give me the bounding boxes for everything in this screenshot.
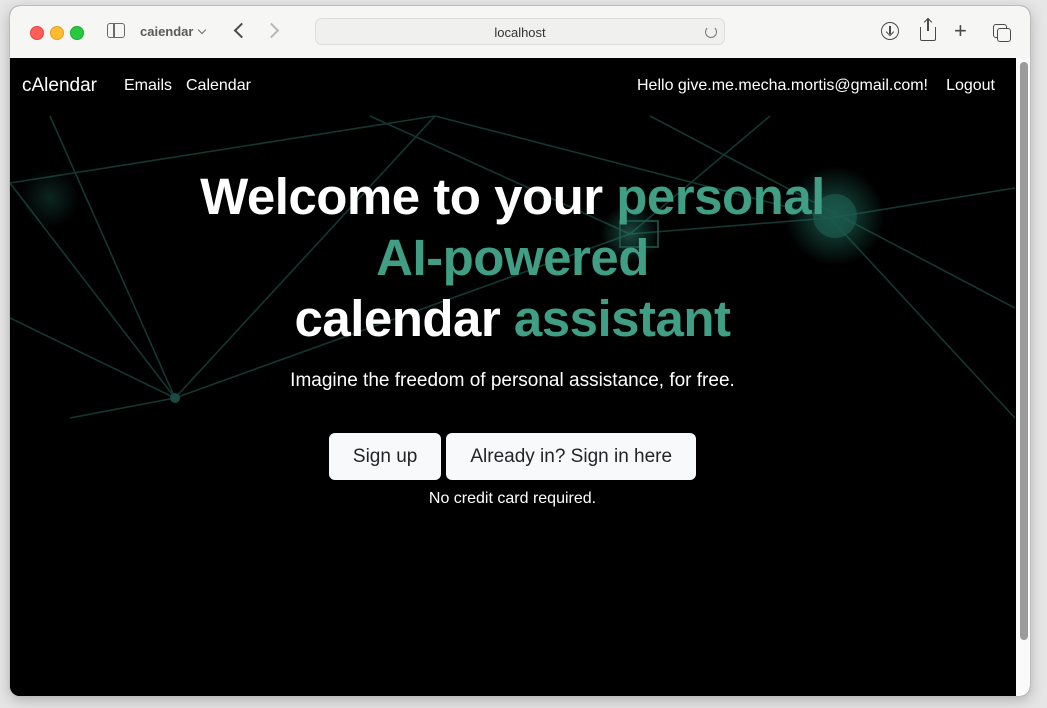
hero-headline: Welcome to your personal AI-powered cale… <box>10 166 1015 349</box>
address-url: localhost <box>494 25 546 40</box>
tab-overview-icon[interactable] <box>993 24 1011 42</box>
zoom-window-icon[interactable] <box>70 26 84 40</box>
tab-group-label: caiendar <box>140 24 194 39</box>
sign-in-button[interactable]: Already in? Sign in here <box>446 433 697 480</box>
browser-window: caiendar localhost + cAlendar Emails Cal… <box>10 6 1030 696</box>
reload-icon[interactable] <box>705 26 717 38</box>
headline-assistant-text: assistant <box>513 290 731 347</box>
nav-link-calendar[interactable]: Calendar <box>186 77 251 95</box>
scrollbar-thumb[interactable] <box>1020 62 1028 640</box>
headline-line-1: Welcome to your personal <box>10 166 1015 227</box>
sign-up-button[interactable]: Sign up <box>328 433 442 480</box>
address-bar[interactable]: localhost <box>315 18 725 45</box>
headline-personal-text: personal <box>616 168 825 225</box>
close-window-icon[interactable] <box>30 26 44 40</box>
hero-tagline: Imagine the freedom of personal assistan… <box>290 370 735 391</box>
cta-buttons: Sign up Already in? Sign in here <box>10 433 1015 480</box>
headline-welcome-text: Welcome to your <box>200 168 603 225</box>
web-page: cAlendar Emails Calendar Hello give.me.m… <box>10 58 1030 696</box>
user-greeting: Hello give.me.mecha.mortis@gmail.com! <box>637 77 928 94</box>
share-icon[interactable] <box>920 19 936 41</box>
scrollbar-track[interactable] <box>1016 58 1030 696</box>
browser-toolbar: caiendar localhost + <box>10 6 1030 59</box>
forward-icon[interactable] <box>263 22 280 39</box>
headline-ai-powered-text: AI-powered <box>376 229 649 286</box>
logout-link[interactable]: Logout <box>946 77 995 95</box>
hero-section: Welcome to your personal AI-powered cale… <box>10 166 1015 508</box>
no-credit-card-note: No credit card required. <box>428 490 597 507</box>
tab-group-selector[interactable]: caiendar <box>140 24 207 39</box>
headline-line-3: calendar assistant <box>10 288 1015 349</box>
nav-link-emails[interactable]: Emails <box>124 77 172 95</box>
chevron-down-icon <box>198 25 207 35</box>
headline-line-2: AI-powered <box>10 227 1015 288</box>
brand-logo-text[interactable]: cAlendar <box>22 75 97 97</box>
new-tab-icon[interactable]: + <box>954 20 967 42</box>
site-navbar: cAlendar Emails Calendar Hello give.me.m… <box>10 58 1015 114</box>
back-icon[interactable] <box>233 22 250 39</box>
minimize-window-icon[interactable] <box>50 26 64 40</box>
sidebar-icon[interactable] <box>107 23 125 38</box>
headline-calendar-text: calendar <box>294 290 501 347</box>
download-icon[interactable] <box>881 22 899 40</box>
